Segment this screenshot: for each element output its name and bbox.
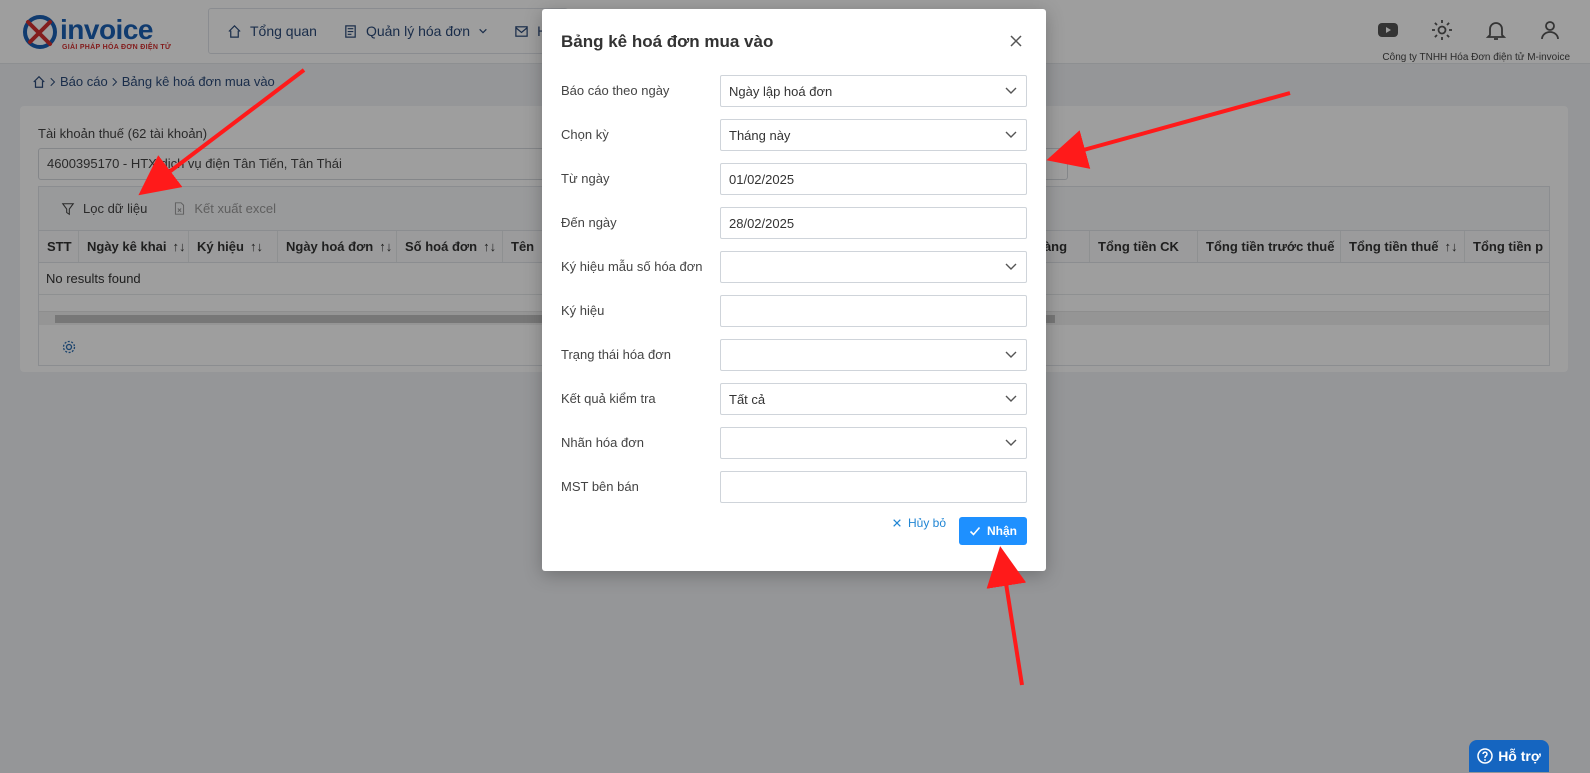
field-label: Ký hiệu [561,303,605,318]
to-date-input[interactable]: 28/02/2025 [720,207,1027,239]
field-label: Chọn kỳ [561,127,609,142]
submit-label: Nhận [987,524,1017,538]
invoice-status-select[interactable] [720,339,1027,371]
submit-button[interactable]: Nhận [959,517,1027,545]
field-label: MST bên bán [561,479,639,494]
field-report-by-date: Báo cáo theo ngày Ngày lập hoá đơn [561,75,1027,107]
seller-tax-code-input[interactable] [720,471,1027,503]
invoice-tag-select[interactable] [720,427,1027,459]
chevron-down-icon [1005,87,1017,94]
field-check-result: Kết quả kiểm tra Tất cả [561,383,1027,415]
form-symbol-select[interactable] [720,251,1027,283]
cancel-button[interactable]: Hủy bỏ [892,516,946,530]
close-icon [893,519,901,527]
chevron-down-icon [1005,439,1017,446]
field-label: Kết quả kiểm tra [561,391,656,406]
field-form-symbol: Ký hiệu mẫu số hóa đơn [561,251,1027,283]
field-invoice-status: Trạng thái hóa đơn [561,339,1027,371]
dialog-title: Bảng kê hoá đơn mua vào [561,32,774,51]
support-button[interactable]: Hỗ trợ [1469,740,1549,772]
close-icon[interactable] [1008,33,1024,49]
help-icon [1477,748,1493,764]
check-result-select[interactable]: Tất cả [720,383,1027,415]
field-seller-tax-code: MST bên bán [561,471,1027,503]
cancel-label: Hủy bỏ [908,516,947,530]
chevron-down-icon [1005,263,1017,270]
field-from-date: Từ ngày 01/02/2025 [561,163,1027,195]
field-label: Từ ngày [561,171,610,186]
chevron-down-icon [1005,351,1017,358]
chevron-down-icon [1005,131,1017,138]
select-value: Tất cả [729,392,766,407]
select-value: Tháng này [729,128,791,143]
chevron-down-icon [1005,395,1017,402]
check-icon [969,526,981,536]
field-label: Báo cáo theo ngày [561,83,670,98]
field-period: Chọn kỳ Tháng này [561,119,1027,151]
from-date-input[interactable]: 01/02/2025 [720,163,1027,195]
field-label: Trạng thái hóa đơn [561,347,671,362]
filter-dialog: Bảng kê hoá đơn mua vào Báo cáo theo ngà… [542,9,1046,571]
field-to-date: Đến ngày 28/02/2025 [561,207,1027,239]
field-label: Đến ngày [561,215,617,230]
field-invoice-tag: Nhãn hóa đơn [561,427,1027,459]
field-symbol: Ký hiệu [561,295,1027,327]
select-value: Ngày lập hoá đơn [729,84,833,99]
symbol-input[interactable] [720,295,1027,327]
period-select[interactable]: Tháng này [720,119,1027,151]
support-label: Hỗ trợ [1498,748,1541,764]
field-label: Nhãn hóa đơn [561,435,644,450]
field-label: Ký hiệu mẫu số hóa đơn [561,259,703,274]
report-by-date-select[interactable]: Ngày lập hoá đơn [720,75,1027,107]
